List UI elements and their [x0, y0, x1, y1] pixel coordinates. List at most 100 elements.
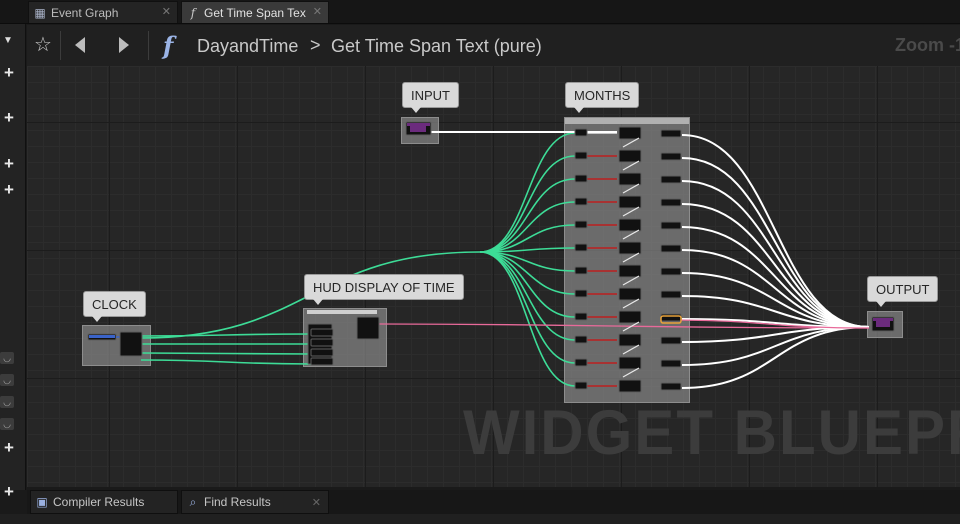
month-var-node [574, 197, 588, 206]
collapse-icon[interactable]: ◡ [0, 374, 14, 386]
chevron-down-icon[interactable]: ▼ [0, 34, 16, 48]
month-select-node [618, 126, 642, 140]
function-icon: f [163, 31, 174, 60]
month-var-node [574, 128, 588, 137]
float-wire [479, 251, 576, 295]
month-var-node [574, 174, 588, 183]
month-select-node [618, 379, 642, 393]
month-append-node [660, 244, 682, 253]
hud-sub-node [310, 348, 334, 357]
month-select-node [618, 287, 642, 301]
month-append-node [660, 175, 682, 184]
document-tab-bar: ▦ Event Graph ✕ f Get Time Span Tex ✕ [0, 0, 960, 24]
add-icon[interactable]: + [1, 439, 17, 456]
close-icon[interactable]: ✕ [162, 5, 171, 18]
add-icon[interactable]: + [1, 483, 17, 500]
month-select-node [618, 264, 642, 278]
month-append-node [660, 382, 682, 391]
tab-get-time-span-text[interactable]: f Get Time Span Tex ✕ [181, 1, 329, 23]
output-node-header [873, 318, 893, 321]
month-var-node [574, 151, 588, 160]
month-append-node [660, 129, 682, 138]
month-var-node [574, 335, 588, 344]
comment-label-input[interactable]: INPUT [402, 82, 459, 113]
breadcrumb-root[interactable]: DayandTime [197, 36, 298, 57]
input-node-header [407, 123, 430, 126]
toolbar-separator [60, 31, 61, 60]
month-append-node [660, 359, 682, 368]
tab-label: Event Graph [51, 5, 119, 20]
compiler-results-icon: ▣ [36, 495, 48, 509]
breadcrumb-current: Get Time Span Text (pure) [331, 36, 542, 56]
toolbar-separator [148, 31, 149, 60]
month-append-node [660, 267, 682, 276]
month-select-node [618, 218, 642, 232]
comment-label-output[interactable]: OUTPUT [867, 276, 939, 307]
month-var-node [574, 220, 588, 229]
clock-var-node-header [89, 335, 115, 338]
my-blueprint-panel-edge: ▼ + + + + ◡ ◡ ◡ ◡ + + [0, 24, 26, 500]
exec-wire [681, 249, 870, 328]
month-select-node [618, 356, 642, 370]
comment-label-months[interactable]: MONTHS [565, 82, 640, 113]
exec-wire [681, 203, 870, 328]
clock-break-node [119, 331, 143, 357]
month-var-node [574, 312, 588, 321]
month-append-node [660, 336, 682, 345]
comment-label-hud[interactable]: HUD DISPLAY OF TIME [304, 274, 464, 305]
hud-format-node [356, 316, 380, 340]
graph-canvas[interactable]: WIDGET BLUEPRINT INPUT MONTHS CLOCK HUD … [27, 66, 960, 487]
month-append-node [660, 152, 682, 161]
month-select-node [618, 149, 642, 163]
float-wire [140, 333, 312, 337]
output-node-pin [876, 321, 890, 327]
add-icon[interactable]: + [1, 155, 17, 172]
status-strip [0, 514, 960, 524]
back-arrow-icon[interactable] [70, 34, 92, 56]
tab-event-graph[interactable]: ▦ Event Graph ✕ [28, 1, 178, 23]
tab-label: Find Results [204, 495, 271, 509]
collapse-icon[interactable]: ◡ [0, 396, 14, 408]
float-wire [479, 132, 576, 253]
month-append-node [660, 198, 682, 207]
float-wire [140, 352, 312, 355]
add-icon[interactable]: + [1, 109, 17, 126]
bottom-dock: ▣ Compiler Results ⌕ Find Results ✕ [27, 490, 960, 514]
tab-find-results[interactable]: ⌕ Find Results ✕ [181, 490, 329, 514]
comment-label-clock[interactable]: CLOCK [83, 291, 146, 322]
forward-arrow-icon[interactable] [112, 34, 134, 56]
exec-wire [681, 326, 870, 366]
tab-label: Compiler Results [53, 495, 145, 509]
month-select-node [618, 172, 642, 186]
hud-sub-node [310, 338, 334, 347]
search-icon: ⌕ [189, 494, 197, 509]
float-wire [479, 201, 576, 253]
graph-toolbar: ☆ f DayandTime > Get Time Span Text (pur… [27, 25, 960, 66]
collapse-icon[interactable]: ◡ [0, 352, 14, 364]
hud-title-bar [307, 310, 377, 314]
favorite-star-icon[interactable]: ☆ [32, 34, 54, 56]
add-icon[interactable]: + [1, 64, 17, 81]
month-var-node [574, 266, 588, 275]
input-node-pin [410, 126, 426, 132]
zoom-level: Zoom -1 [895, 35, 960, 55]
close-icon[interactable]: ✕ [313, 5, 322, 18]
month-append-node [660, 313, 682, 322]
hud-sub-node [310, 357, 334, 366]
float-wire [140, 359, 312, 365]
close-icon[interactable]: ✕ [312, 496, 321, 509]
add-icon[interactable]: + [1, 181, 17, 198]
month-select-node [618, 195, 642, 209]
event-graph-icon: ▦ [34, 5, 46, 20]
tab-compiler-results[interactable]: ▣ Compiler Results [30, 490, 178, 514]
float-wire [479, 251, 576, 364]
month-select-node [618, 241, 642, 255]
breadcrumb-separator: > [310, 35, 321, 55]
month-var-node [574, 381, 588, 390]
month-var-node [574, 358, 588, 367]
collapse-icon[interactable]: ◡ [0, 418, 14, 430]
hud-sub-node [310, 328, 334, 337]
function-icon: f [190, 5, 196, 20]
float-wire [479, 178, 576, 253]
graph-wires [87, 121, 895, 393]
